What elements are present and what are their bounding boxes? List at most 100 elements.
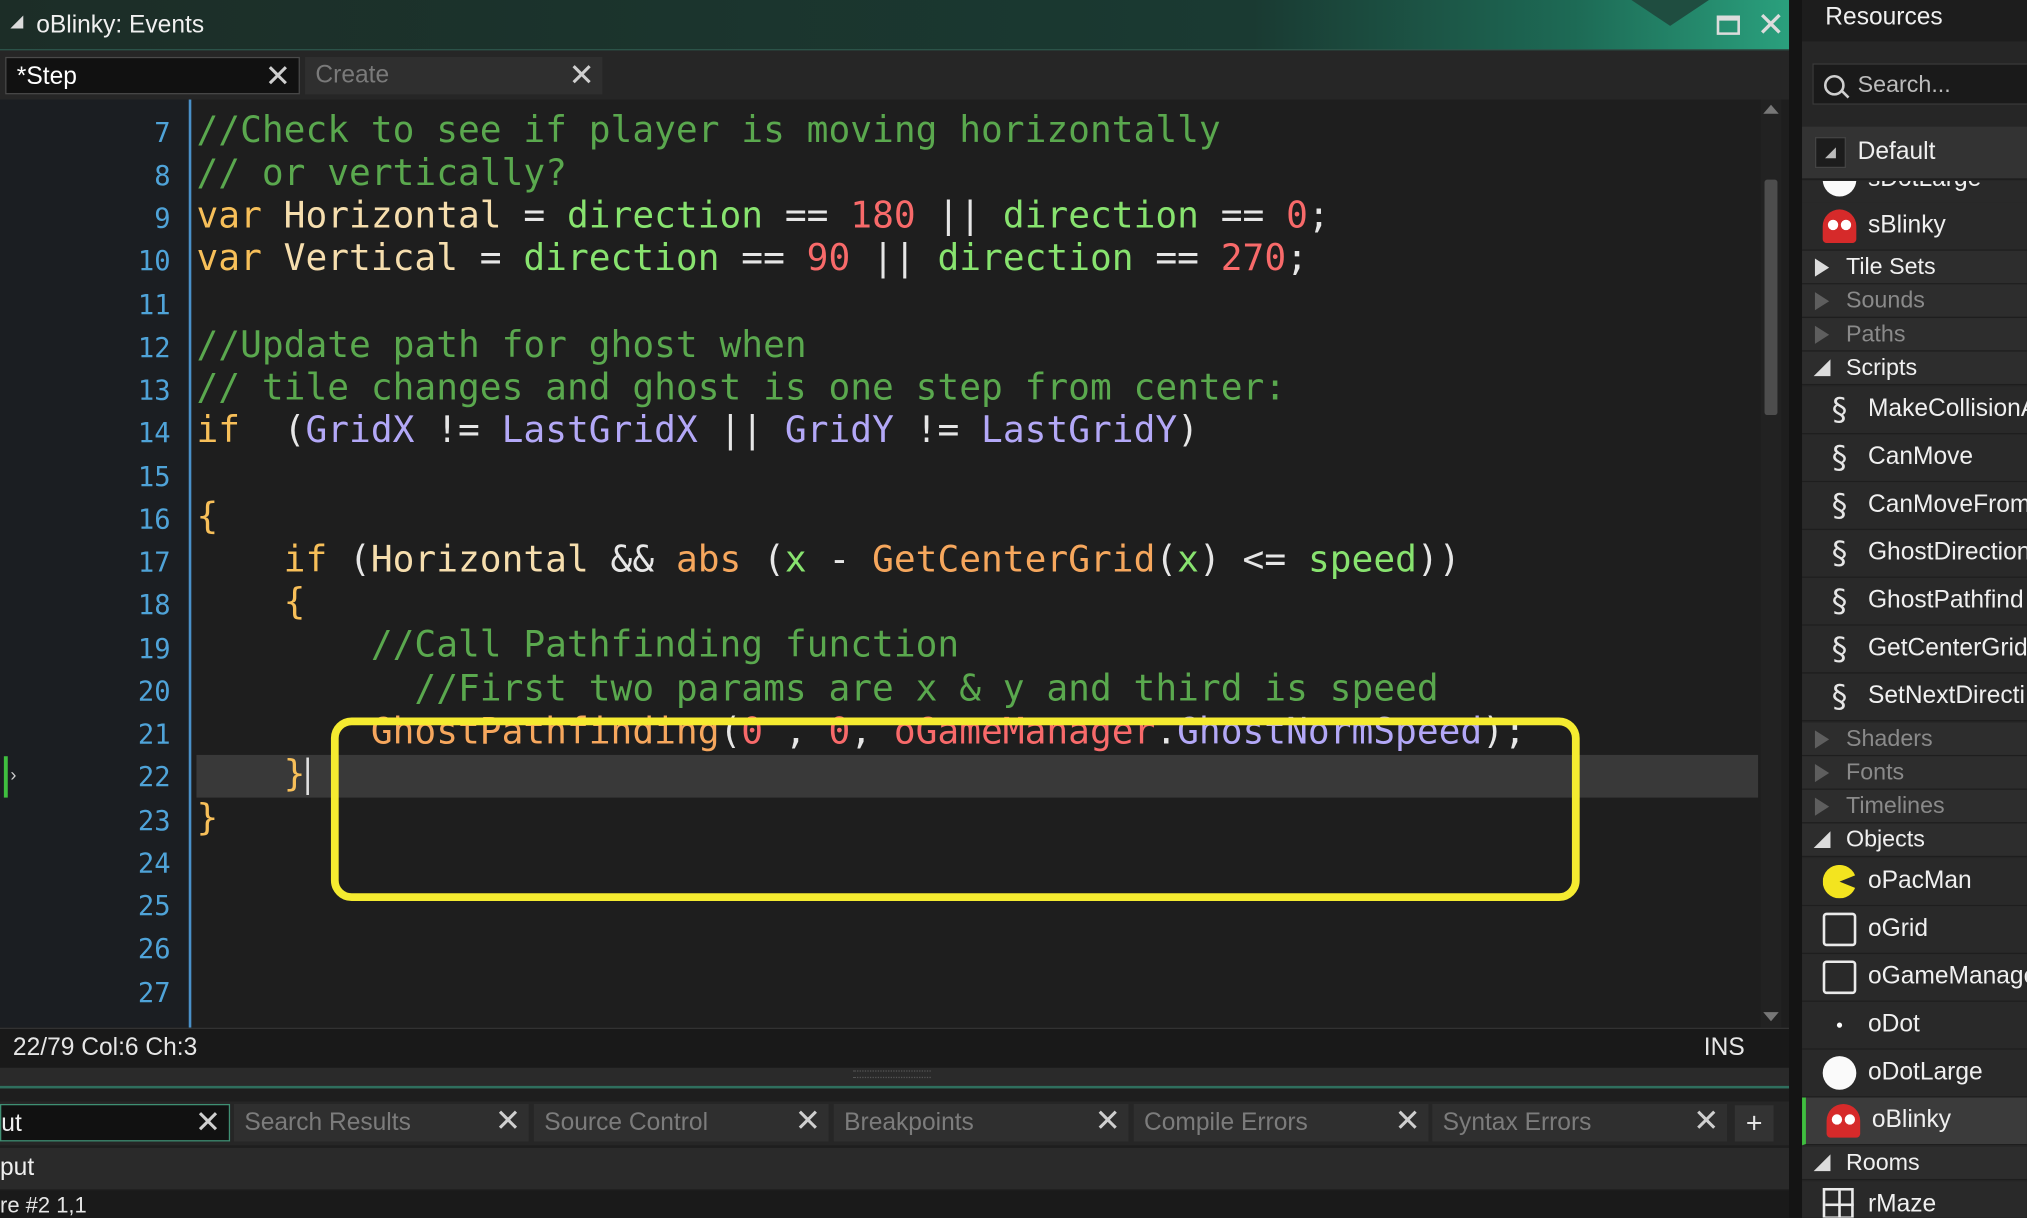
folder-timelines[interactable]: Timelines [1802,789,2027,824]
resources-header: Resources [1802,0,2027,42]
search-icon [1823,74,1845,96]
close-tab-icon[interactable]: ✕ [1395,1103,1421,1140]
code-line-19: //Call Pathfinding function [196,623,960,666]
tree-item-script[interactable]: § CanMove [1802,434,2027,483]
tree-item-sprite[interactable]: sBlinky [1802,202,2027,251]
splitter-grip[interactable] [853,1070,931,1079]
expand-arrow-icon[interactable] [1814,763,1830,783]
tab-search-results[interactable]: Search Results ✕ [233,1103,529,1142]
item-label: GetCenterGrid [1867,634,2027,662]
expand-arrow-icon[interactable] [1814,325,1830,344]
code-line-17: if (Horizontal && abs (x - GetCenterGrid… [196,537,1461,581]
folder-label: Shaders [1845,725,1933,752]
collapse-arrow-icon[interactable] [1813,831,1831,849]
close-tab-icon[interactable]: ✕ [569,57,595,94]
folder-label: Sounds [1845,286,1925,313]
folder-shaders[interactable]: Shaders [1802,722,2027,757]
line-number: 15 [137,461,171,493]
operator: || [850,236,938,280]
script-icon: § [1831,630,1848,668]
panel-splitter[interactable] [0,1067,1790,1089]
tree-item-object[interactable]: oDot [1802,1001,2027,1050]
tree-item-script[interactable]: § CanMoveFrom [1802,482,2027,531]
expand-arrow-icon[interactable] [1814,258,1830,277]
panel-divider[interactable] [1789,0,1803,1218]
scroll-down-icon[interactable] [1763,1012,1779,1022]
folder-fonts[interactable]: Fonts [1802,756,2027,790]
tree-item-script[interactable]: § SetNextDirecti [1802,673,2027,722]
operator: && [588,537,676,581]
tree-item-room[interactable]: rMaze [1802,1181,2027,1218]
operator: != [414,408,502,452]
folder-paths[interactable]: Paths [1802,318,2027,352]
tree-item-script[interactable]: § GhostDirection [1802,530,2027,578]
folder-label: Tile Sets [1845,253,1936,280]
collapse-arrow-icon[interactable] [1813,1154,1831,1172]
search-input[interactable] [1857,68,2026,100]
tab-breakpoints[interactable]: Breakpoints ✕ [833,1103,1129,1142]
line-number: 17 [137,546,171,578]
code-line-8: // or vertically? [196,151,567,194]
tab-step[interactable]: *Step ✕ [5,56,300,95]
group-icon: ◢ [1814,137,1846,169]
expand-arrow-icon[interactable] [1814,730,1830,749]
code-editor[interactable]: › 7 8 9 10 11 12 13 14 15 16 17 18 19 20… [0,99,1790,1028]
close-window-icon[interactable]: ✕ [1757,8,1785,42]
annotation-highlight-box [330,717,1580,902]
resources-panel: Resources ◢ Default sDotLarge sBlinky Ti… [1802,0,2027,1218]
output-line: re #2 1,1 [0,1193,87,1218]
number: 270 [1220,236,1287,280]
builtin: direction [523,236,720,280]
add-tab-button[interactable]: + [1734,1105,1774,1142]
tree-item-sprite[interactable]: sDotLarge [1802,180,2027,205]
editor-scrollbar[interactable] [1760,99,1782,1028]
collapse-arrow-icon[interactable] [1813,359,1831,377]
tree-item-script[interactable]: § GhostPathfind [1802,577,2027,626]
maximize-icon[interactable] [1716,15,1740,35]
tree-item-object[interactable]: oGrid [1802,906,2027,955]
close-tab-icon[interactable]: ✕ [1693,1103,1719,1140]
operator: != [893,408,982,452]
close-tab-icon[interactable]: ✕ [1095,1103,1121,1140]
tree-item-script[interactable]: § MakeCollisionA [1802,386,2027,435]
tree-item-script[interactable]: § GetCenterGrid [1802,625,2027,674]
object-icon [1822,912,1857,947]
folder-scripts[interactable]: Scripts [1802,351,2027,386]
tree-item-object[interactable]: oPacMan [1802,858,2027,907]
tree-item-object[interactable]: oDotLarge [1802,1049,2027,1098]
line-number: 14 [137,417,171,449]
number: 0 [1286,193,1308,237]
punct: ( [240,408,306,452]
output-log[interactable]: re #2 1,1 [0,1190,1790,1218]
folder-sounds[interactable]: Sounds [1802,284,2027,319]
item-label: GhostDirection [1867,539,2027,567]
resources-search[interactable] [1812,63,2027,105]
close-tab-icon[interactable]: ✕ [265,58,291,95]
close-tab-icon[interactable]: ✕ [195,1104,221,1141]
collapse-icon[interactable] [10,15,24,29]
close-tab-icon[interactable]: ✕ [495,1103,521,1140]
punct: ; [1286,236,1308,280]
item-label: CanMoveFrom [1867,491,2027,519]
resource-tree[interactable]: sDotLarge sBlinky Tile Sets Sounds Paths… [1802,180,2027,1218]
close-tab-icon[interactable]: ✕ [795,1103,821,1140]
default-group-selector[interactable]: ◢ Default [1802,126,2027,180]
tab-source-control[interactable]: Source Control ✕ [533,1103,829,1142]
folder-rooms[interactable]: Rooms [1802,1146,2027,1181]
scrollbar-thumb[interactable] [1764,179,1778,415]
code-line-22: } [196,752,306,796]
tab-syntax-errors[interactable]: Syntax Errors ✕ [1432,1103,1728,1142]
folder-objects[interactable]: Objects [1802,823,2027,858]
events-window-titlebar[interactable]: oBlinky: Events ✕ [0,0,1790,51]
tree-item-object-selected[interactable]: oBlinky [1802,1097,2027,1146]
tab-compile-errors[interactable]: Compile Errors ✕ [1133,1103,1429,1142]
expand-arrow-icon[interactable] [1814,797,1830,816]
expand-arrow-icon[interactable] [1814,292,1830,311]
tab-output[interactable]: ut ✕ [0,1103,231,1142]
scroll-up-icon[interactable] [1763,104,1779,114]
folder-tile-sets[interactable]: Tile Sets [1802,250,2027,285]
tab-create[interactable]: Create ✕ [305,56,603,95]
operator: - [806,537,873,581]
tree-item-object[interactable]: oGameManage [1802,954,2027,1002]
